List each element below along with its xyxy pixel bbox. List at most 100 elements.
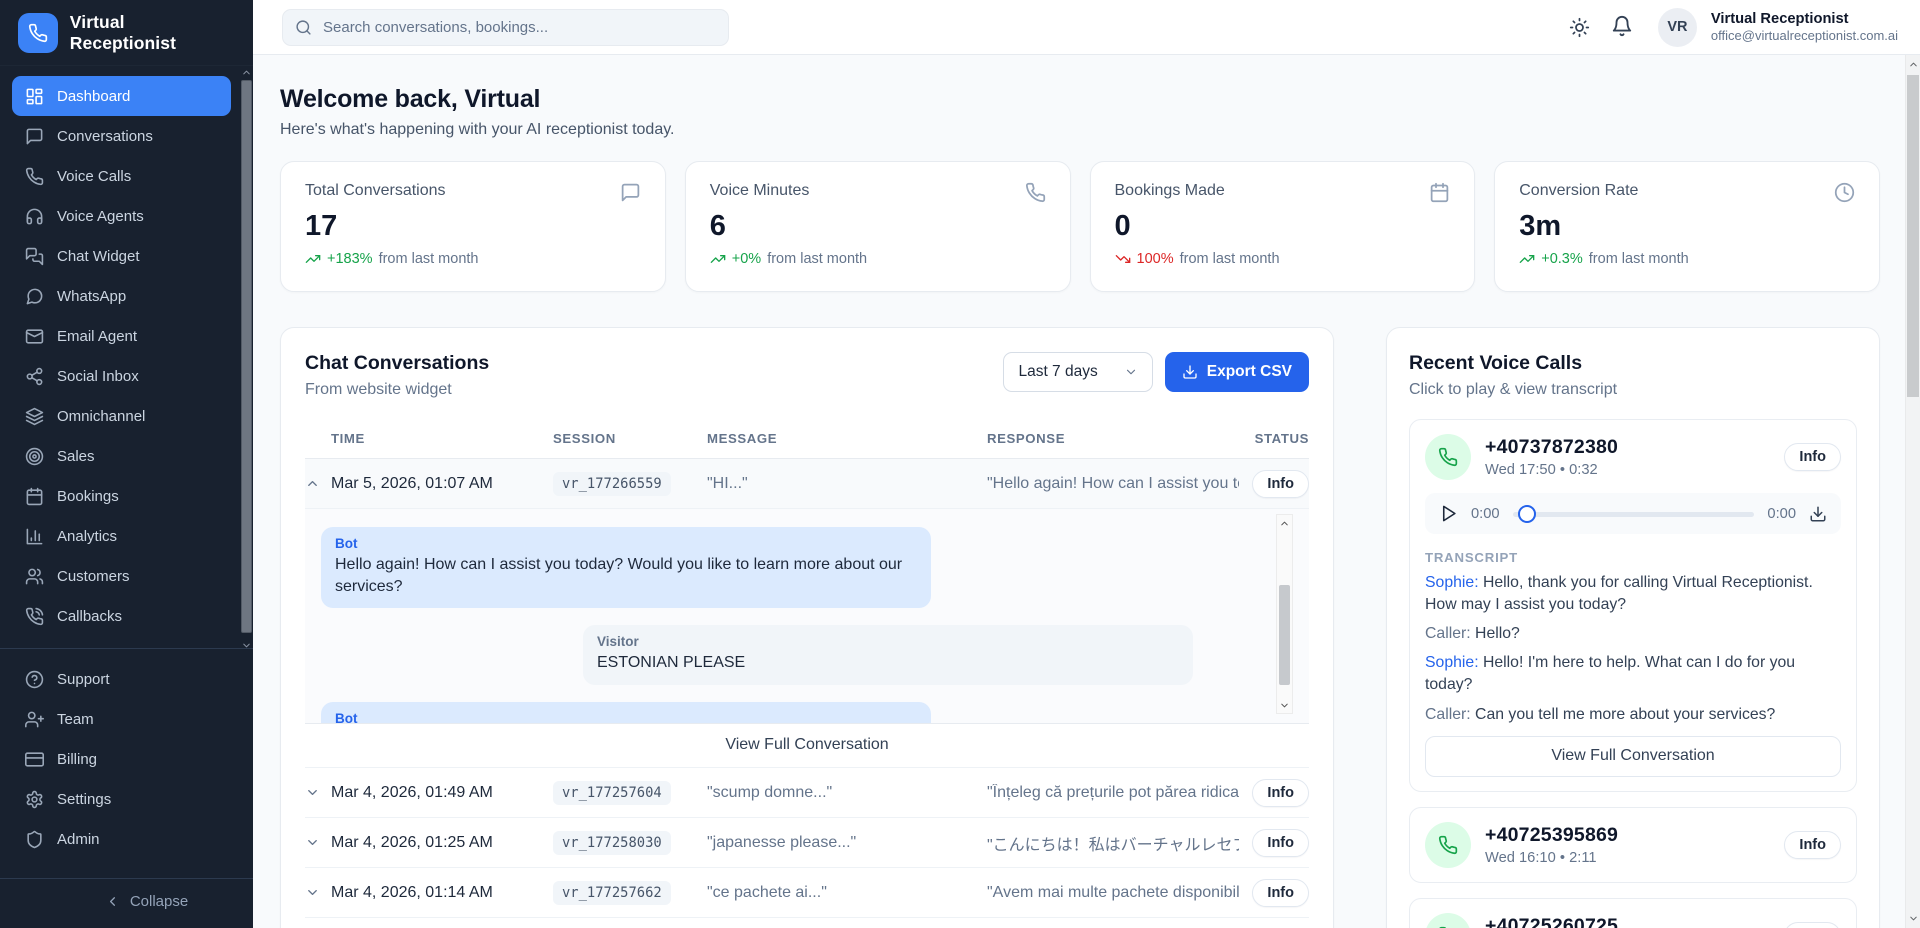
sidebar-item-label: Chat Widget xyxy=(57,248,140,265)
table-row[interactable]: Mar 4, 2026, 01:25 AMvr_177258030"japane… xyxy=(305,818,1309,868)
sidebar-item-voice-calls[interactable]: Voice Calls xyxy=(12,156,231,196)
sidebar-item-admin[interactable]: Admin xyxy=(12,819,231,859)
sidebar-divider xyxy=(0,648,253,649)
sidebar-item-sales[interactable]: Sales xyxy=(12,436,231,476)
sidebar-item-customers[interactable]: Customers xyxy=(12,556,231,596)
table-row[interactable]: Mar 4, 2026, 01:14 AMvr_177257662"ce pac… xyxy=(305,868,1309,918)
table-row[interactable]: Mar 4, 2026, 01:49 AMvr_177257604"scump … xyxy=(305,768,1309,818)
info-button[interactable]: Info xyxy=(1784,443,1841,471)
phone-logo-icon xyxy=(18,13,58,53)
trending-up-icon xyxy=(1519,251,1535,267)
message-square-icon xyxy=(620,182,641,203)
trending-down-icon xyxy=(1115,251,1131,267)
info-button[interactable]: Info xyxy=(1784,922,1841,928)
voice-call-card[interactable]: +40737872380Wed 17:50 • 0:32Info0:000:00… xyxy=(1409,419,1857,792)
info-button[interactable]: Info xyxy=(1252,829,1309,857)
sidebar-item-callbacks[interactable]: Callbacks xyxy=(12,596,231,636)
sidebar-item-settings[interactable]: Settings xyxy=(12,779,231,819)
theme-toggle-button[interactable] xyxy=(1569,17,1590,38)
sidebar-item-support[interactable]: Support xyxy=(12,659,231,699)
info-button[interactable]: Info xyxy=(1252,470,1309,498)
sidebar-item-bookings[interactable]: Bookings xyxy=(12,476,231,516)
chevron-up-icon xyxy=(305,476,320,491)
info-button[interactable]: Info xyxy=(1784,831,1841,859)
app-logo[interactable]: Virtual Receptionist xyxy=(18,12,235,54)
scroll-down-icon[interactable] xyxy=(240,639,253,651)
conversation-scrollbar-thumb[interactable] xyxy=(1279,585,1290,685)
search-input[interactable] xyxy=(282,9,729,46)
stat-label: Bookings Made xyxy=(1115,182,1225,200)
credit-card-icon xyxy=(25,750,44,769)
sidebar-item-omnichannel[interactable]: Omnichannel xyxy=(12,396,231,436)
row-message: "japanesse please..." xyxy=(707,834,987,852)
table-row[interactable]: Mar 5, 2026, 01:07 AMvr_177266559"HI..."… xyxy=(305,459,1309,509)
page-scroll-up-icon[interactable] xyxy=(1906,57,1920,72)
sidebar-scrollbar[interactable] xyxy=(240,66,253,651)
sidebar-item-email-agent[interactable]: Email Agent xyxy=(12,316,231,356)
transcript-text: Hello? xyxy=(1475,625,1520,642)
sidebar-item-label: Support xyxy=(57,671,110,688)
sidebar-scrollbar-thumb[interactable] xyxy=(241,80,252,633)
collapse-button[interactable]: Collapse xyxy=(105,893,188,910)
info-button[interactable]: Info xyxy=(1252,879,1309,907)
row-message: "scump domne..." xyxy=(707,784,987,802)
main-content: Welcome back, Virtual Here's what's happ… xyxy=(253,55,1905,928)
sidebar-item-whatsapp[interactable]: WhatsApp xyxy=(12,276,231,316)
column-header-message: MESSAGE xyxy=(707,431,987,446)
page-title: Welcome back, Virtual xyxy=(280,85,1880,114)
row-message: "ce pachete ai..." xyxy=(707,884,987,902)
transcript-line: Caller: Hello? xyxy=(1425,623,1841,645)
page-scrollbar[interactable] xyxy=(1905,55,1920,928)
view-full-conversation-link[interactable]: View Full Conversation xyxy=(305,723,1309,767)
users-icon xyxy=(25,567,44,586)
notifications-button[interactable] xyxy=(1610,15,1634,39)
conversation-scrollbar[interactable] xyxy=(1276,514,1293,714)
sidebar-item-conversations[interactable]: Conversations xyxy=(12,116,231,156)
scroll-up-icon[interactable] xyxy=(240,66,253,78)
player-total-time: 0:00 xyxy=(1767,506,1796,522)
sidebar-item-analytics[interactable]: Analytics xyxy=(12,516,231,556)
messages-square-icon xyxy=(25,247,44,266)
sidebar-item-voice-agents[interactable]: Voice Agents xyxy=(12,196,231,236)
page-scrollbar-thumb[interactable] xyxy=(1907,75,1919,397)
date-range-select[interactable]: Last 7 days xyxy=(1003,352,1152,392)
user-email: office@virtualreceptionist.com.ai xyxy=(1711,28,1898,44)
sidebar-item-billing[interactable]: Billing xyxy=(12,739,231,779)
play-button[interactable] xyxy=(1439,504,1458,523)
sidebar-item-label: Settings xyxy=(57,791,111,808)
chevron-down-icon[interactable] xyxy=(1277,698,1292,712)
recent-voice-calls-panel: Recent Voice Calls Click to play & view … xyxy=(1386,327,1880,928)
brand-name: Virtual Receptionist xyxy=(70,12,235,54)
download-recording-button[interactable] xyxy=(1809,505,1827,523)
user-plus-icon xyxy=(25,710,44,729)
avatar[interactable]: VR xyxy=(1658,8,1697,47)
chevron-up-icon[interactable] xyxy=(1277,516,1292,530)
voice-call-card[interactable]: +40725260725Tue 12:39 • 0:47Info xyxy=(1409,898,1857,928)
trending-up-icon xyxy=(710,251,726,267)
bell-icon xyxy=(1611,15,1633,37)
player-seek-thumb[interactable] xyxy=(1518,505,1536,523)
export-csv-button[interactable]: Export CSV xyxy=(1165,352,1309,392)
table-row[interactable]: Info xyxy=(305,918,1309,928)
sidebar-item-dashboard[interactable]: Dashboard xyxy=(12,76,231,116)
view-full-conversation-button[interactable]: View Full Conversation xyxy=(1425,736,1841,777)
phone-icon xyxy=(25,167,44,186)
phone-icon xyxy=(1425,913,1471,928)
player-seek-slider[interactable] xyxy=(1513,505,1755,523)
stat-trend-note: from last month xyxy=(767,251,867,267)
info-button[interactable]: Info xyxy=(1252,779,1309,807)
voice-call-card[interactable]: +40725395869Wed 16:10 • 2:11Info xyxy=(1409,807,1857,883)
mail-icon xyxy=(25,327,44,346)
sidebar-item-label: Customers xyxy=(57,568,130,585)
sidebar-item-chat-widget[interactable]: Chat Widget xyxy=(12,236,231,276)
user-block[interactable]: Virtual Receptionist office@virtualrecep… xyxy=(1711,10,1898,45)
row-message: "HI..." xyxy=(707,475,987,493)
page-scroll-down-icon[interactable] xyxy=(1906,911,1920,926)
phone-icon xyxy=(1025,182,1046,203)
sidebar-item-team[interactable]: Team xyxy=(12,699,231,739)
chat-panel-subtitle: From website widget xyxy=(305,381,489,399)
sidebar-item-social-inbox[interactable]: Social Inbox xyxy=(12,356,231,396)
bubble-text: ESTONIAN PLEASE xyxy=(597,652,1179,674)
page-subtitle: Here's what's happening with your AI rec… xyxy=(280,121,1880,139)
topbar-right: VR Virtual Receptionist office@virtualre… xyxy=(1569,8,1898,47)
